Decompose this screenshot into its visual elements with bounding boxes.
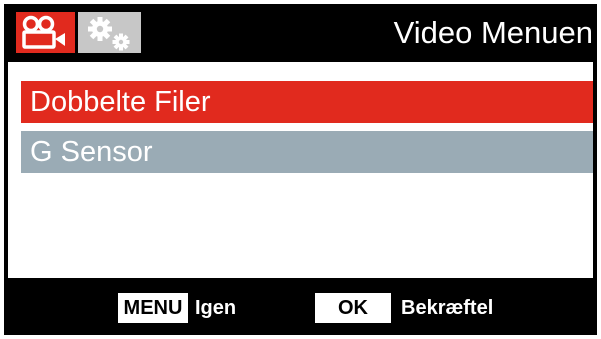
tab-settings[interactable] xyxy=(78,12,141,53)
menu-key-label: MENU xyxy=(118,293,188,323)
menu-panel: Dobbelte Filer G Sensor xyxy=(8,62,593,278)
dashcam-screen: Video Menuen Dobbelte Filer G Sensor MEN… xyxy=(4,4,597,335)
footer-bar: MENU Igen OK Bekræftel xyxy=(4,279,597,335)
header-bar: Video Menuen xyxy=(4,4,597,61)
menu-item-dobbelte-filer[interactable]: Dobbelte Filer xyxy=(21,81,593,123)
settings-gears-icon xyxy=(85,15,135,51)
page-title: Video Menuen xyxy=(393,15,593,50)
ok-key-label: OK xyxy=(315,293,391,323)
menu-item-g-sensor[interactable]: G Sensor xyxy=(21,131,593,173)
tab-video[interactable] xyxy=(16,12,75,53)
ok-key-hint: Bekræftel xyxy=(401,297,494,319)
video-camera-icon xyxy=(21,15,70,50)
menu-key-hint: Igen xyxy=(195,297,237,319)
